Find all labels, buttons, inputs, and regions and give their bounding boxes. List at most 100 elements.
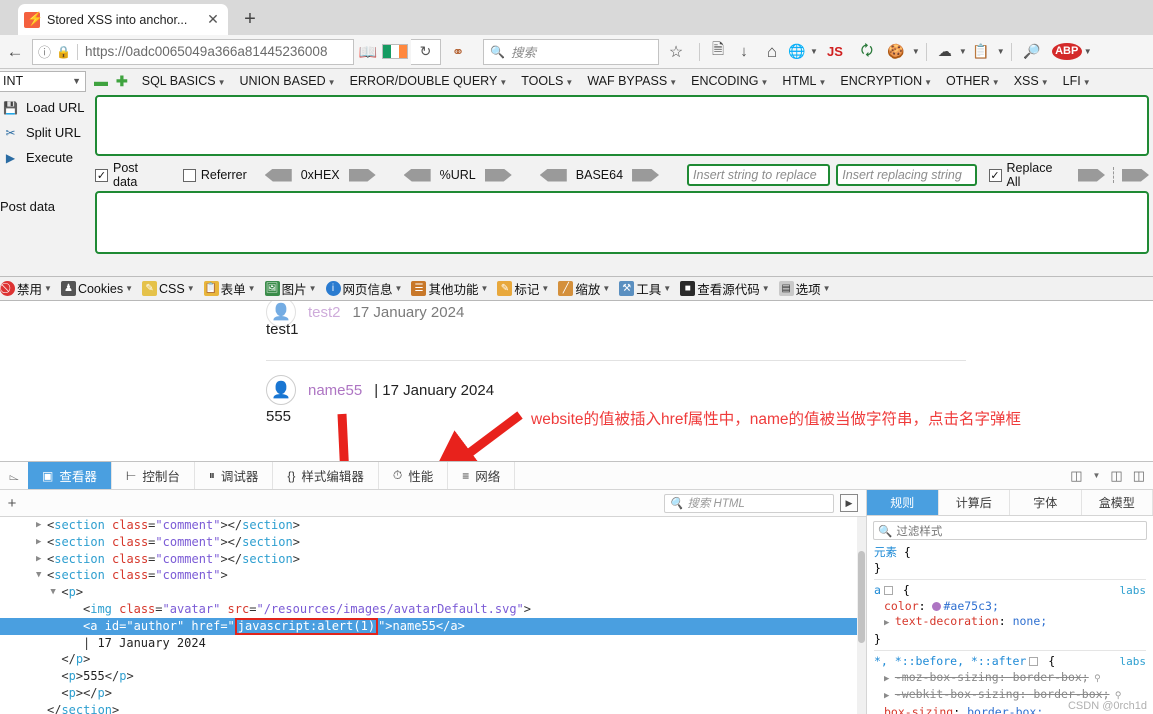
url-encode-icon[interactable] <box>484 168 512 182</box>
css-value[interactable]: border-box; <box>967 705 1043 714</box>
search-bar[interactable]: 🔍 搜索 <box>483 38 659 65</box>
markup-node[interactable]: | 17 January 2024 <box>0 635 866 652</box>
css-tab-fonts[interactable]: 字体 <box>1010 490 1082 515</box>
load-url-button[interactable]: 💾 Load URL <box>0 95 92 120</box>
css-rule-selector[interactable]: a {labs <box>874 583 1146 599</box>
hackbar-menu-union-based[interactable]: UNION BASED ▼ <box>240 74 336 88</box>
expand-pane-icon[interactable]: ▶ <box>840 494 858 512</box>
magnifier-icon[interactable]: 🔎 <box>1018 39 1046 65</box>
previous-comment-author[interactable]: test2 <box>308 304 341 321</box>
rule-source[interactable]: labs <box>1120 654 1147 670</box>
css-rule-selector[interactable]: *, *::before, *::after {labs <box>874 654 1146 670</box>
css-declaration[interactable]: ▶ text-decoration: none; <box>874 614 1146 632</box>
add-node-button[interactable]: + <box>0 495 24 512</box>
css-tab-box-model[interactable]: 盒模型 <box>1082 490 1153 515</box>
wdt-item-misc[interactable]: ☰ 其他功能 ▼ <box>411 279 488 298</box>
markup-node[interactable]: < img class = "avatar" src = "/resources/imag… <box>0 601 866 618</box>
comment-author-link[interactable]: name55 <box>308 382 362 399</box>
tab-performance[interactable]: ⏱ 性能 <box>379 462 449 489</box>
hackbar-type-select[interactable]: INT ▼ <box>0 70 86 92</box>
hackbar-menu-waf-bypass[interactable]: WAF BYPASS ▼ <box>587 74 677 88</box>
tab-inspector[interactable]: ▣ 查看器 <box>28 462 112 489</box>
css-declaration[interactable]: ▶ -moz-box-sizing: border-box; ⚲ <box>874 670 1146 688</box>
tab-console[interactable]: ⊢ 控制台 <box>112 462 195 489</box>
cookie-icon[interactable]: 🍪 <box>882 39 910 65</box>
replace-apply-icon[interactable] <box>1078 168 1105 182</box>
rule-source[interactable]: labs <box>1120 583 1147 599</box>
address-bar[interactable]: ⓘ 🔒 https://0adc0065049a366a81445236008 <box>32 38 354 65</box>
twisty-collapsed-icon[interactable]: ▶ <box>884 618 895 628</box>
hackbar-url-textarea[interactable] <box>95 95 1149 156</box>
wdt-item-cookies[interactable]: ♟ Cookies ▼ <box>60 281 133 296</box>
wdt-item-images[interactable]: 🖼 图片 ▼ <box>264 279 317 298</box>
css-rule-selector[interactable]: 元素 { <box>874 545 1146 561</box>
magnifier-icon[interactable]: ⚲ <box>1089 674 1101 684</box>
css-value[interactable]: #ae75c3; <box>943 599 998 613</box>
reload-icon[interactable]: ↻ <box>411 38 441 65</box>
wdt-item-css[interactable]: ✎ CSS ▼ <box>142 281 195 296</box>
twisty-collapsed-icon[interactable]: ▶ <box>36 551 47 568</box>
browser-tab[interactable]: Stored XSS into anchor... ✕ <box>18 4 228 35</box>
markup-node[interactable]: ▼ < p > <box>0 584 866 601</box>
referrer-checkbox[interactable]: Referrer <box>182 168 247 182</box>
hackbar-menu-encryption[interactable]: ENCRYPTION ▼ <box>840 74 932 88</box>
wdt-item-resize[interactable]: ╱ 缩放 ▼ <box>558 279 610 298</box>
markup-node[interactable]: </section > <box>0 702 866 714</box>
wdt-item-view-source[interactable]: ■ 查看源代码 ▼ <box>680 279 770 298</box>
hackbar-menu-encoding[interactable]: ENCODING ▼ <box>691 74 768 88</box>
globe-icon[interactable]: 🌐 <box>786 39 808 65</box>
new-tab-button[interactable]: + <box>238 8 262 32</box>
twisty-collapsed-icon[interactable]: ▶ <box>884 691 895 701</box>
markup-node[interactable]: < p ></p > <box>0 685 866 702</box>
dock-side-icon[interactable]: ◫ <box>1133 468 1145 484</box>
wdt-item-options[interactable]: ▤ 选项 ▼ <box>778 279 831 298</box>
close-icon[interactable]: ✕ <box>204 11 222 28</box>
hackbar-menu-tools[interactable]: TOOLS ▼ <box>521 74 573 88</box>
layout-dock-icon[interactable]: ◫ <box>1070 468 1082 484</box>
markup-node[interactable]: ▶ < section class = "comment" ></section > <box>0 517 866 534</box>
hackbar-post-textarea[interactable] <box>95 191 1149 254</box>
chevron-down-icon[interactable]: ▼ <box>912 47 920 56</box>
replace-apply-alt-icon[interactable] <box>1122 168 1149 182</box>
markup-node[interactable]: < a id = "author" href =" javascript:alert(1)… <box>0 617 866 635</box>
element-picker-icon[interactable]: ⌳ <box>0 462 28 489</box>
bookmark-star-icon[interactable]: ☆ <box>659 39 693 65</box>
wdt-item-forms[interactable]: 📋 表单 ▼ <box>203 279 256 298</box>
burp-suite-icon[interactable]: ⚭ <box>441 39 475 65</box>
hackbar-menu-sql-basics[interactable]: SQL BASICS ▼ <box>142 74 226 88</box>
chevron-down-icon[interactable]: ▼ <box>810 47 818 56</box>
add-tab-icon[interactable]: ✚ <box>116 73 128 90</box>
twisty-collapsed-icon[interactable]: ▶ <box>884 674 895 684</box>
hackbar-menu-error-double-query[interactable]: ERROR/DOUBLE QUERY ▼ <box>350 74 508 88</box>
twisty-collapsed-icon[interactable]: ▶ <box>36 517 47 534</box>
filter-styles-input[interactable]: 🔍 过滤样式 <box>873 521 1147 540</box>
tab-style-editor[interactable]: {} 样式编辑器 <box>273 462 379 489</box>
css-tab-rules[interactable]: 规则 <box>867 490 939 515</box>
downloads-icon[interactable]: ↓ <box>730 39 758 65</box>
hackbar-menu-html[interactable]: HTML ▼ <box>782 74 826 88</box>
chevron-down-icon[interactable]: ▼ <box>1092 471 1100 480</box>
base64-encode-icon[interactable] <box>632 168 660 182</box>
js-toggle-icon[interactable]: JS <box>818 39 852 65</box>
markup-node[interactable]: ▶ < section class = "comment" ></section > <box>0 551 866 568</box>
wdt-item-tools[interactable]: ⚒ 工具 ▼ <box>619 279 671 298</box>
search-html-input[interactable]: 🔍 搜索 HTML <box>664 493 834 513</box>
wdt-item-page-info[interactable]: i 网页信息 ▼ <box>325 279 402 298</box>
wdt-item-outline[interactable]: ✎ 标记 ▼ <box>497 279 549 298</box>
chevron-down-icon[interactable]: ▼ <box>959 47 967 56</box>
css-value[interactable]: border-box; <box>1013 670 1089 684</box>
chevron-down-icon[interactable]: ▼ <box>997 47 1005 56</box>
markup-tree[interactable]: ▶ < section class = "comment" ></section > ▶ < se… <box>0 517 866 714</box>
css-tab-computed[interactable]: 计算后 <box>939 490 1010 515</box>
twisty-collapsed-icon[interactable]: ▶ <box>36 534 47 551</box>
hackbar-menu-other[interactable]: OTHER ▼ <box>946 74 1000 88</box>
execute-button[interactable]: ▶ Execute <box>0 145 92 170</box>
chevron-down-icon[interactable]: ▼ <box>1084 47 1092 56</box>
hackbar-menu-lfi[interactable]: LFI ▼ <box>1063 74 1091 88</box>
replace-all-checkbox[interactable]: ✓ Replace All <box>988 161 1068 189</box>
user-agent-icon[interactable]: ☁ <box>933 39 957 65</box>
wdt-item-disable[interactable]: ⃠禁用▼ <box>0 279 52 298</box>
twisty-expanded-icon[interactable]: ▼ <box>36 567 47 584</box>
css-rules-list[interactable]: 元素 {} a {labs color: #ae75c3; ▶ text-decora… <box>867 545 1153 714</box>
proxy-switch-icon[interactable]: 🗘 <box>852 39 882 65</box>
